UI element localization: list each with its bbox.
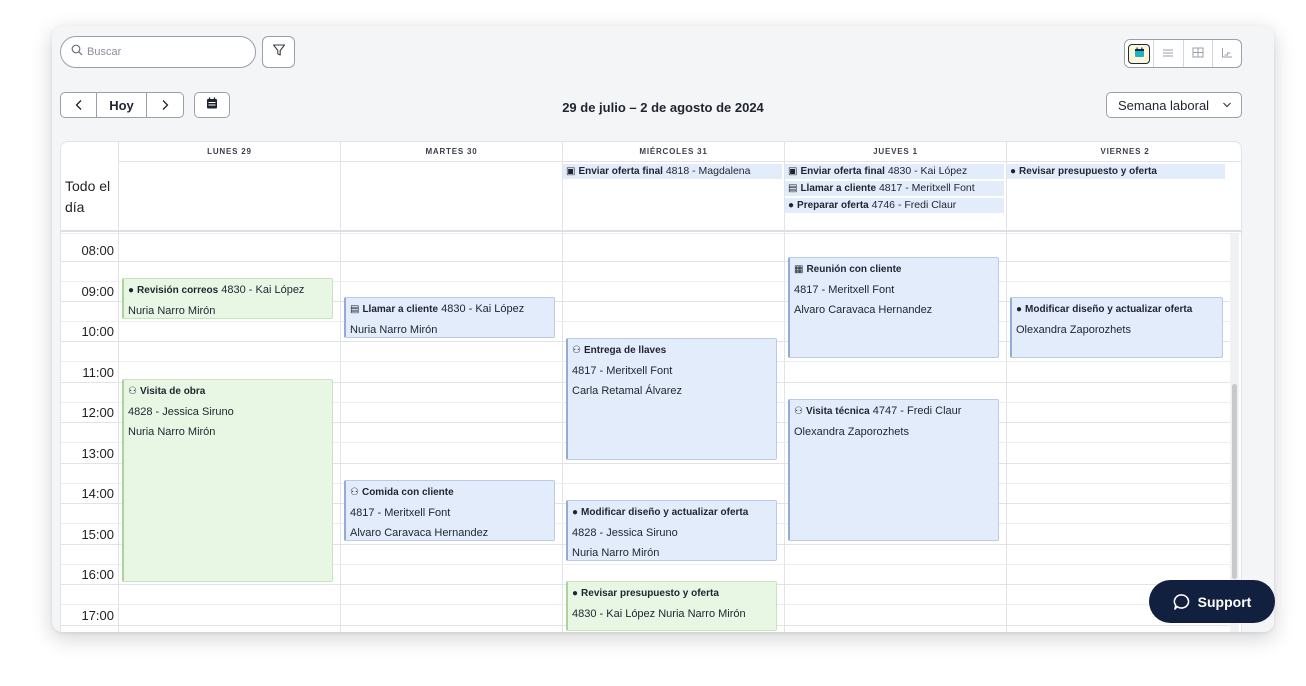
calendar-event[interactable]: ▤ Llamar a cliente 4830 - Kai López Nuria… [344, 297, 555, 338]
chevron-down-icon [1223, 102, 1231, 108]
search-box[interactable] [60, 36, 256, 68]
clock-icon: ● [788, 200, 795, 211]
table-view-button[interactable] [1184, 40, 1213, 67]
search-input[interactable] [87, 46, 237, 58]
chat-bubble-icon [1173, 593, 1189, 610]
time-label: 15:00 [81, 527, 114, 542]
time-label: 14:00 [81, 486, 114, 501]
filter-icon [272, 43, 286, 62]
time-label: 12:00 [81, 405, 114, 420]
time-label: 09:00 [81, 284, 114, 299]
all-day-event[interactable]: ▣ Enviar oferta final 4818 - Magdalena [563, 164, 782, 179]
clock-icon: ● [1016, 304, 1023, 315]
view-select[interactable]: Semana laboral [1106, 92, 1242, 118]
screen-icon: ▣ [566, 166, 576, 177]
clock-icon: ● [128, 285, 135, 296]
all-day-event[interactable]: ▤ Llamar a cliente 4817 - Meritxell Font [785, 181, 1004, 196]
calendar-view-button[interactable] [1125, 40, 1155, 67]
chart-icon [1221, 45, 1233, 63]
handshake-icon: ⚇ [572, 345, 581, 356]
view-select-value: Semana laboral [1118, 97, 1210, 113]
handshake-icon: ⚇ [128, 386, 137, 397]
calendar-card: Hoy 29 de julio – 2 de agosto de 2024 Se… [52, 26, 1274, 632]
day-header-thu: JUEVES 1 [784, 142, 1006, 162]
calendar-event[interactable]: ● Revisar presupuesto y oferta 4830 - Kai… [566, 581, 777, 631]
phone-icon: ▤ [350, 304, 360, 315]
scrollbar-thumb[interactable] [1232, 384, 1237, 579]
all-day-label: Todo el día [65, 178, 111, 215]
calendar-icon [1134, 45, 1145, 63]
time-label: 08:00 [81, 243, 114, 258]
calendar-event[interactable]: ● Modificar diseño y actualizar oferta 48… [566, 500, 777, 561]
calendar-event[interactable]: ● Revisión correos 4830 - Kai López Nuria… [122, 278, 333, 319]
view-switcher [1124, 39, 1242, 68]
all-day-event[interactable]: ▣ Enviar oferta final 4830 - Kai López [785, 164, 1004, 179]
calendar-event[interactable]: ⚇ Visita de obra 4828 - Jessica Siruno Nu… [122, 379, 333, 582]
calendar-event[interactable]: ● Modificar diseño y actualizar oferta Ol… [1010, 297, 1223, 358]
filter-button[interactable] [262, 36, 295, 68]
day-header-mon: LUNES 29 [118, 142, 340, 162]
all-day-event[interactable]: ● Preparar oferta 4746 - Fredi Claur [785, 198, 1004, 213]
clock-icon: ● [1010, 166, 1017, 177]
search-icon [71, 43, 83, 61]
calendar-grid: LUNES 29 MARTES 30 MIÉRCOLES 31 JUEVES 1… [60, 141, 1242, 632]
support-button[interactable]: Support [1149, 580, 1275, 623]
clock-icon: ● [572, 507, 579, 518]
time-label: 16:00 [81, 567, 114, 582]
handshake-icon: ⚇ [350, 487, 359, 498]
date-range-title: 29 de julio – 2 de agosto de 2024 [562, 100, 764, 115]
day-header-fri: VIERNES 2 [1006, 142, 1241, 162]
time-label: 11:00 [82, 365, 114, 380]
handshake-icon: ⚇ [794, 406, 803, 417]
list-view-button[interactable] [1154, 40, 1184, 67]
list-icon [1162, 45, 1174, 63]
meeting-icon: ▦ [794, 264, 804, 275]
day-header-tue: MARTES 30 [340, 142, 562, 162]
screen-icon: ▣ [788, 166, 798, 177]
calendar-event[interactable]: ⚇ Comida con cliente 4817 - Meritxell Fon… [344, 480, 555, 541]
table-icon [1192, 45, 1204, 63]
time-label: 10:00 [81, 324, 114, 339]
calendar-event[interactable]: ⚇ Entrega de llaves 4817 - Meritxell Font… [566, 338, 777, 460]
support-label: Support [1197, 593, 1252, 610]
calendar-event[interactable]: ⚇ Visita técnica 4747 - Fredi Claur Olexa… [788, 399, 999, 541]
time-label: 17:00 [81, 608, 114, 623]
all-day-event[interactable]: ● Revisar presupuesto y oferta [1007, 164, 1225, 179]
scrollbar[interactable] [1230, 234, 1239, 632]
day-header-wed: MIÉRCOLES 31 [562, 142, 784, 162]
time-label: 13:00 [81, 446, 114, 461]
calendar-event[interactable]: ▦ Reunión con cliente 4817 - Meritxell Fo… [788, 257, 999, 358]
phone-icon: ▤ [788, 183, 798, 194]
chart-view-button[interactable] [1213, 40, 1241, 67]
clock-icon: ● [572, 588, 579, 599]
